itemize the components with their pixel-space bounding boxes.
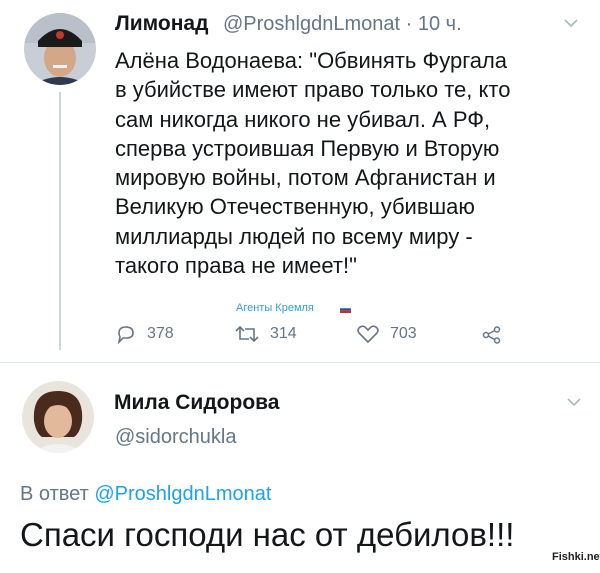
divider [0,362,600,363]
russian-flag-icon [340,306,351,313]
chevron-down-icon[interactable] [566,394,582,411]
like-count: 703 [390,325,417,342]
tweet-text: Алёна Водонаева: "Обвинять Фургала в уби… [115,48,511,279]
retweet-count: 314 [270,325,297,342]
reply-author-name[interactable]: Мила Сидорова [114,391,279,415]
reply-icon [117,326,134,344]
reply-handle[interactable]: @sidorchukla [115,426,236,449]
reply-count: 378 [147,325,174,342]
share-icon [482,326,501,344]
avatar-mila[interactable] [22,381,94,453]
reply-button[interactable]: 378 [115,324,174,344]
reply-to-link[interactable]: @ProshlgdnLmonat [94,483,271,505]
tweet-author-name[interactable]: Лимонад [115,12,208,36]
like-icon [357,325,379,344]
share-button[interactable] [482,326,512,344]
reply-to-line: В ответ @ProshlgdnLmonat [20,483,271,506]
reply-prefix: В ответ [20,483,89,505]
like-button[interactable]: 703 [356,324,417,344]
tweet-handle-time[interactable]: @ProshlgdnLmonat · 10 ч. [223,13,462,36]
kremlin-agents-watermark: Агенты Кремля [236,302,314,314]
thread-line [59,92,61,350]
reply-text: Спаси господи нас от дебилов!!! [20,516,515,553]
retweet-button[interactable]: 314 [234,324,297,344]
retweet-icon [235,325,259,343]
avatar-limonad[interactable] [24,13,96,85]
site-watermark: Fishki.net [552,551,600,563]
chevron-down-icon[interactable] [563,15,579,32]
